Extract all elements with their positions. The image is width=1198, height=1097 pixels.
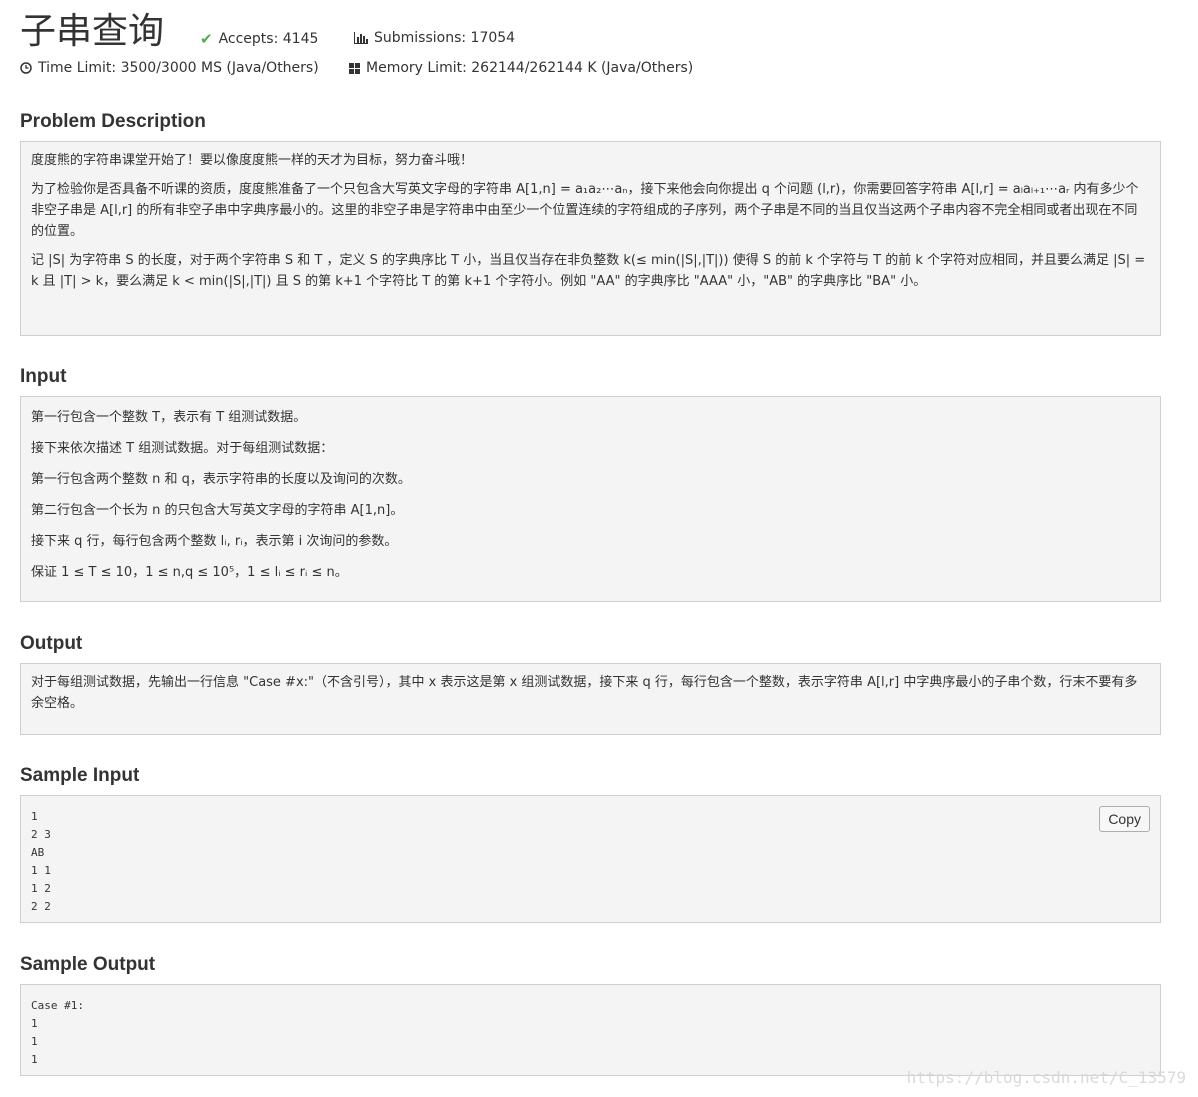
- accepts-stat: ✔ Accepts: 4145: [200, 30, 318, 48]
- description-paragraph: 为了检验你是否具备不听课的资质，度度熊准备了一个只包含大写英文字母的字符串 A[…: [31, 182, 1139, 239]
- submissions-stat: Submissions: 17054: [354, 30, 515, 46]
- description-section: Problem Description 度度熊的字符串课堂开始了！要以像度度熊一…: [20, 111, 1161, 336]
- input-title: Input: [20, 366, 67, 387]
- sample-input-section: Sample Input 1 2 3 AB 1 1 1 2 2 2 Copy: [20, 765, 1161, 923]
- sample-output-title: Sample Output: [20, 954, 156, 975]
- sample-input-panel: 1 2 3 AB 1 1 1 2 2 2 Copy: [20, 795, 1161, 923]
- sample-output-panel: Case #1: 1 1 1: [20, 984, 1161, 1076]
- sample-input-code: 1 2 3 AB 1 1 1 2 2 2: [31, 810, 51, 913]
- memory-limit-text: Memory Limit: 262144/262144 K (Java/Othe…: [366, 60, 694, 76]
- input-line: 接下来 q 行，每行包含两个整数 lᵢ, rᵢ，表示第 i 次询问的参数。: [31, 534, 398, 549]
- output-title: Output: [20, 633, 83, 654]
- grid-icon: [349, 62, 360, 74]
- time-limit-text: Time Limit: 3500/3000 MS (Java/Others): [38, 60, 319, 76]
- description-paragraph: 记 |S| 为字符串 S 的长度，对于两个字符串 S 和 T ，定义 S 的字典…: [31, 253, 1146, 289]
- input-line: 第一行包含两个整数 n 和 q，表示字符串的长度以及询问的次数。: [31, 472, 411, 487]
- copy-button[interactable]: Copy: [1099, 806, 1150, 832]
- input-panel: 第一行包含一个整数 T，表示有 T 组测试数据。 接下来依次描述 T 组测试数据…: [20, 396, 1161, 602]
- watermark: https://blog.csdn.net/C_13579: [906, 1068, 1186, 1087]
- sample-output-section: Sample Output Case #1: 1 1 1: [20, 954, 1161, 1076]
- submissions-text: Submissions: 17054: [374, 30, 516, 46]
- bar-chart-icon: [354, 32, 368, 44]
- output-panel: 对于每组测试数据，先输出一行信息 "Case #x:"（不含引号），其中 x 表…: [20, 663, 1161, 735]
- description-title: Problem Description: [20, 111, 206, 132]
- output-section: Output 对于每组测试数据，先输出一行信息 "Case #x:"（不含引号）…: [20, 633, 1161, 735]
- description-paragraph: 度度熊的字符串课堂开始了！要以像度度熊一样的天才为目标，努力奋斗哦！: [31, 153, 474, 168]
- input-section: Input 第一行包含一个整数 T，表示有 T 组测试数据。 接下来依次描述 T…: [20, 366, 1161, 602]
- input-line: 接下来依次描述 T 组测试数据。对于每组测试数据：: [31, 441, 334, 456]
- sample-input-title: Sample Input: [20, 765, 140, 786]
- time-limit: Time Limit: 3500/3000 MS (Java/Others): [20, 60, 319, 76]
- problem-title: 子串查询: [20, 11, 165, 52]
- problem-header: 子串查询 ✔ Accepts: 4145 Submissions: 17054 …: [20, 10, 1180, 90]
- sample-output-code: Case #1: 1 1 1: [31, 999, 84, 1066]
- input-line: 第一行包含一个整数 T，表示有 T 组测试数据。: [31, 410, 307, 425]
- description-panel: 度度熊的字符串课堂开始了！要以像度度熊一样的天才为目标，努力奋斗哦！ 为了检验你…: [20, 141, 1161, 336]
- input-line: 第二行包含一个长为 n 的只包含大写英文字母的字符串 A[1,n]。: [31, 503, 404, 518]
- output-text: 对于每组测试数据，先输出一行信息 "Case #x:"（不含引号），其中 x 表…: [31, 675, 1138, 711]
- input-line: 保证 1 ≤ T ≤ 10，1 ≤ n,q ≤ 10⁵，1 ≤ lᵢ ≤ rᵢ …: [31, 565, 348, 580]
- clock-icon: [20, 62, 32, 74]
- accepts-text: Accepts: 4145: [218, 31, 319, 47]
- memory-limit: Memory Limit: 262144/262144 K (Java/Othe…: [349, 60, 693, 76]
- check-icon: ✔: [200, 30, 213, 48]
